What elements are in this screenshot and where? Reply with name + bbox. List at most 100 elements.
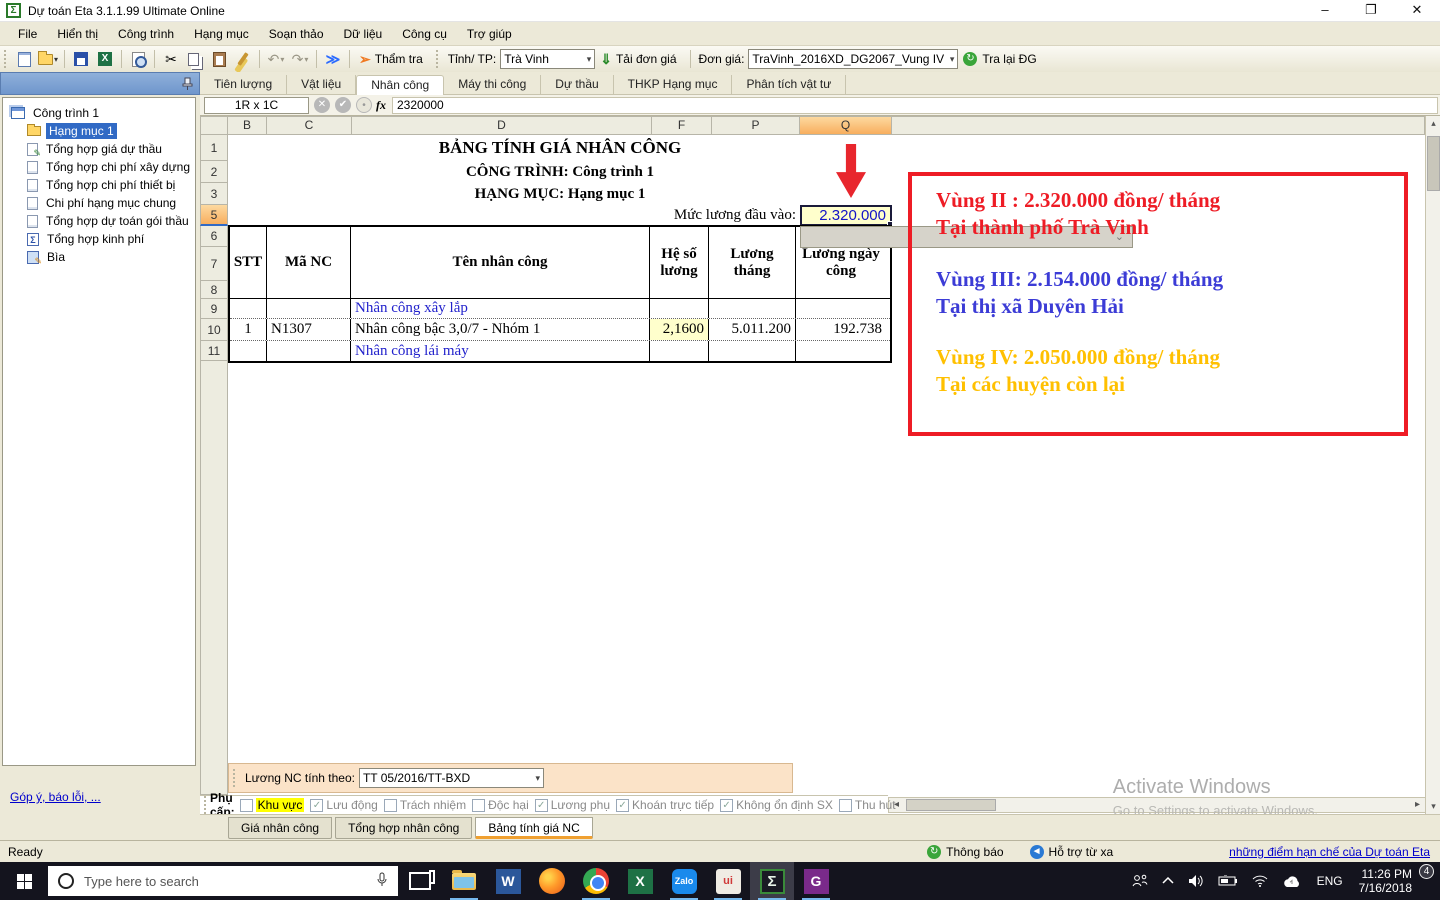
tree-item-tong-hop-gia-du-thau[interactable]: Tổng hợp giá dự thầu	[3, 140, 195, 159]
checkbox[interactable]	[383, 798, 397, 812]
tree-item-bia[interactable]: Bìa	[3, 248, 195, 267]
header-ma-nc[interactable]: Mã NC	[267, 227, 351, 298]
taskbar-unikey[interactable]: ui	[706, 862, 750, 900]
ho-tro-button[interactable]: ◄ Hỗ trợ từ xa	[1029, 844, 1113, 859]
checkbox[interactable]: ✓	[310, 798, 324, 812]
tree-item-chi-phi-hang-muc-chung[interactable]: Chi phí hạng mục chung	[3, 194, 195, 212]
close-button[interactable]: ✕	[1394, 0, 1440, 22]
header-luong-thang[interactable]: Lương tháng	[709, 227, 796, 298]
formula-input[interactable]: 2320000	[392, 96, 1438, 114]
group-label-xay-lap[interactable]: Nhân công xây lắp	[351, 299, 650, 318]
cell[interactable]	[267, 341, 351, 361]
row-header-8[interactable]: 8	[200, 281, 228, 299]
microphone-icon[interactable]	[376, 872, 388, 891]
row-header-3[interactable]: 3	[200, 183, 228, 205]
cell-stt[interactable]: 1	[230, 319, 267, 340]
row-header-7[interactable]: 7	[200, 247, 228, 281]
column-header-C[interactable]: C	[267, 116, 352, 135]
input-salary-label[interactable]: Mức lương đầu vào:	[550, 207, 796, 224]
start-button[interactable]	[0, 862, 48, 900]
clean-button[interactable]	[232, 48, 254, 70]
restore-button[interactable]: ❐	[1348, 0, 1394, 22]
sheet-tab-tong-hop-nhan-cong[interactable]: Tổng hợp nhân công	[335, 817, 473, 839]
language-indicator[interactable]: ENG	[1309, 874, 1351, 888]
checkbox-khong-on-dinh[interactable]: ✓ Không ổn định SX	[720, 798, 833, 812]
header-he-so-luong[interactable]: Hệ số lương	[650, 227, 709, 298]
cell-ma-nc[interactable]: N1307	[267, 319, 351, 340]
tree-item-tong-hop-chi-phi-thiet-bi[interactable]: Tổng hợp chi phí thiết bị	[3, 176, 195, 194]
scroll-up-icon[interactable]: ▴	[1427, 116, 1440, 131]
taskbar-eta-app[interactable]: Σ	[750, 862, 794, 900]
column-header-Q[interactable]: Q	[800, 116, 892, 135]
sheet-subtitle-cong-trinh[interactable]: CÔNG TRÌNH: Công trình 1	[228, 164, 892, 181]
row-header-10[interactable]: 10	[200, 319, 228, 341]
checkbox-luong-phu[interactable]: ✓ Lương phụ	[534, 798, 610, 812]
checkbox[interactable]	[239, 798, 253, 812]
taskbar-clock[interactable]: 11:26 PM 7/16/2018	[1351, 867, 1420, 895]
tai-don-gia-button[interactable]: ⇓ Tải đơn giá	[595, 50, 685, 68]
taskbar-chrome[interactable]	[574, 862, 618, 900]
checkbox-khoan-truc-tiep[interactable]: ✓ Khoán trực tiếp	[616, 798, 714, 812]
cell-ten-nhan-cong[interactable]: Nhân công bậc 3,0/7 - Nhóm 1	[351, 319, 650, 340]
cell[interactable]	[230, 299, 267, 318]
checkbox[interactable]: ✓	[534, 798, 548, 812]
header-ten-nhan-cong[interactable]: Tên nhân công	[351, 227, 650, 298]
checkbox-khu-vuc[interactable]: Khu vực	[239, 798, 305, 812]
group-label-lai-may[interactable]: Nhân công lái máy	[351, 341, 650, 361]
tree-item-tong-hop-kinh-phi[interactable]: Σ Tổng hợp kinh phí	[3, 230, 195, 248]
cell[interactable]	[230, 341, 267, 361]
limitations-link[interactable]: những điểm hạn chế của Dự toán Eta	[1229, 845, 1430, 859]
checkbox-thu-hut[interactable]: Thu hút	[838, 798, 896, 812]
selected-cell-Q5[interactable]: 2.320.000	[800, 205, 893, 227]
show-hidden-icons-chevron[interactable]	[1155, 877, 1181, 885]
checkbox[interactable]: ✓	[616, 798, 630, 812]
tab-vat-lieu[interactable]: Vật liệu	[287, 75, 357, 95]
tree-root-cong-trinh[interactable]: Công trình 1	[3, 104, 195, 122]
new-button[interactable]	[13, 48, 35, 70]
pushpin-icon[interactable]	[182, 77, 193, 90]
minimize-button[interactable]: –	[1302, 0, 1348, 22]
row-header-2[interactable]: 2	[200, 161, 228, 183]
row-header-5[interactable]: 5	[200, 205, 228, 226]
tab-du-thau[interactable]: Dự thầu	[541, 75, 614, 95]
menu-tro-giup[interactable]: Trợ giúp	[457, 24, 522, 44]
undo-button[interactable]: ↶ ▾	[265, 48, 287, 70]
onedrive-cloud-icon[interactable]	[1275, 875, 1309, 888]
export-excel-button[interactable]: X	[94, 48, 116, 70]
header-stt[interactable]: STT	[230, 227, 267, 298]
horizontal-scrollbar[interactable]: ◂ ▸	[888, 797, 1426, 813]
thong-bao-button[interactable]: ↻ Thông báo	[927, 844, 1004, 859]
taskbar-excel[interactable]: X	[618, 862, 662, 900]
save-button[interactable]	[70, 48, 92, 70]
menu-soan-thao[interactable]: Soạn thảo	[259, 24, 334, 44]
taskbar-firefox[interactable]	[530, 862, 574, 900]
people-icon[interactable]	[1125, 874, 1155, 888]
run-button[interactable]: ≫	[322, 48, 344, 70]
checkbox[interactable]	[838, 798, 852, 812]
tree-item-hang-muc-1[interactable]: Hạng mục 1	[3, 122, 195, 140]
checkbox-luu-dong[interactable]: ✓ Lưu động	[310, 798, 378, 812]
cell-luong-ngay[interactable]: 192.738	[796, 319, 886, 340]
options-icon[interactable]: •	[356, 97, 372, 113]
vertical-scrollbar[interactable]: ▴ ▾	[1425, 116, 1440, 814]
scroll-right-icon[interactable]: ▸	[1410, 798, 1425, 812]
copy-button[interactable]	[184, 48, 206, 70]
horizontal-scroll-thumb[interactable]	[906, 799, 996, 811]
taskbar-file-explorer[interactable]	[442, 862, 486, 900]
tab-phan-tich-vat-tu[interactable]: Phân tích vật tư	[732, 75, 847, 95]
scroll-down-icon[interactable]: ▾	[1427, 799, 1440, 814]
volume-icon[interactable]	[1181, 874, 1211, 888]
column-header-D[interactable]: D	[352, 116, 652, 135]
tree-item-tong-hop-chi-phi-xay-dung[interactable]: Tổng hợp chi phí xây dựng	[3, 158, 195, 176]
don-gia-select[interactable]: TraVinh_2016XD_DG2067_Vung IV ▾	[748, 49, 959, 69]
luong-nc-select[interactable]: TT 05/2016/TT-BXD ▾	[358, 768, 544, 788]
open-button[interactable]: ▾	[37, 48, 59, 70]
cell[interactable]	[796, 341, 886, 361]
cancel-icon[interactable]: ✕	[314, 97, 330, 113]
feedback-link[interactable]: Góp ý, báo lỗi, ...	[10, 790, 101, 804]
tab-may-thi-cong[interactable]: Máy thi công	[444, 75, 542, 95]
tree-item-tong-hop-du-toan-goi-thau[interactable]: Tổng hợp dự toán gói thầu	[3, 212, 195, 230]
taskbar-word[interactable]: W	[486, 862, 530, 900]
select-all-corner[interactable]	[200, 116, 228, 135]
checkbox[interactable]: ✓	[720, 798, 734, 812]
